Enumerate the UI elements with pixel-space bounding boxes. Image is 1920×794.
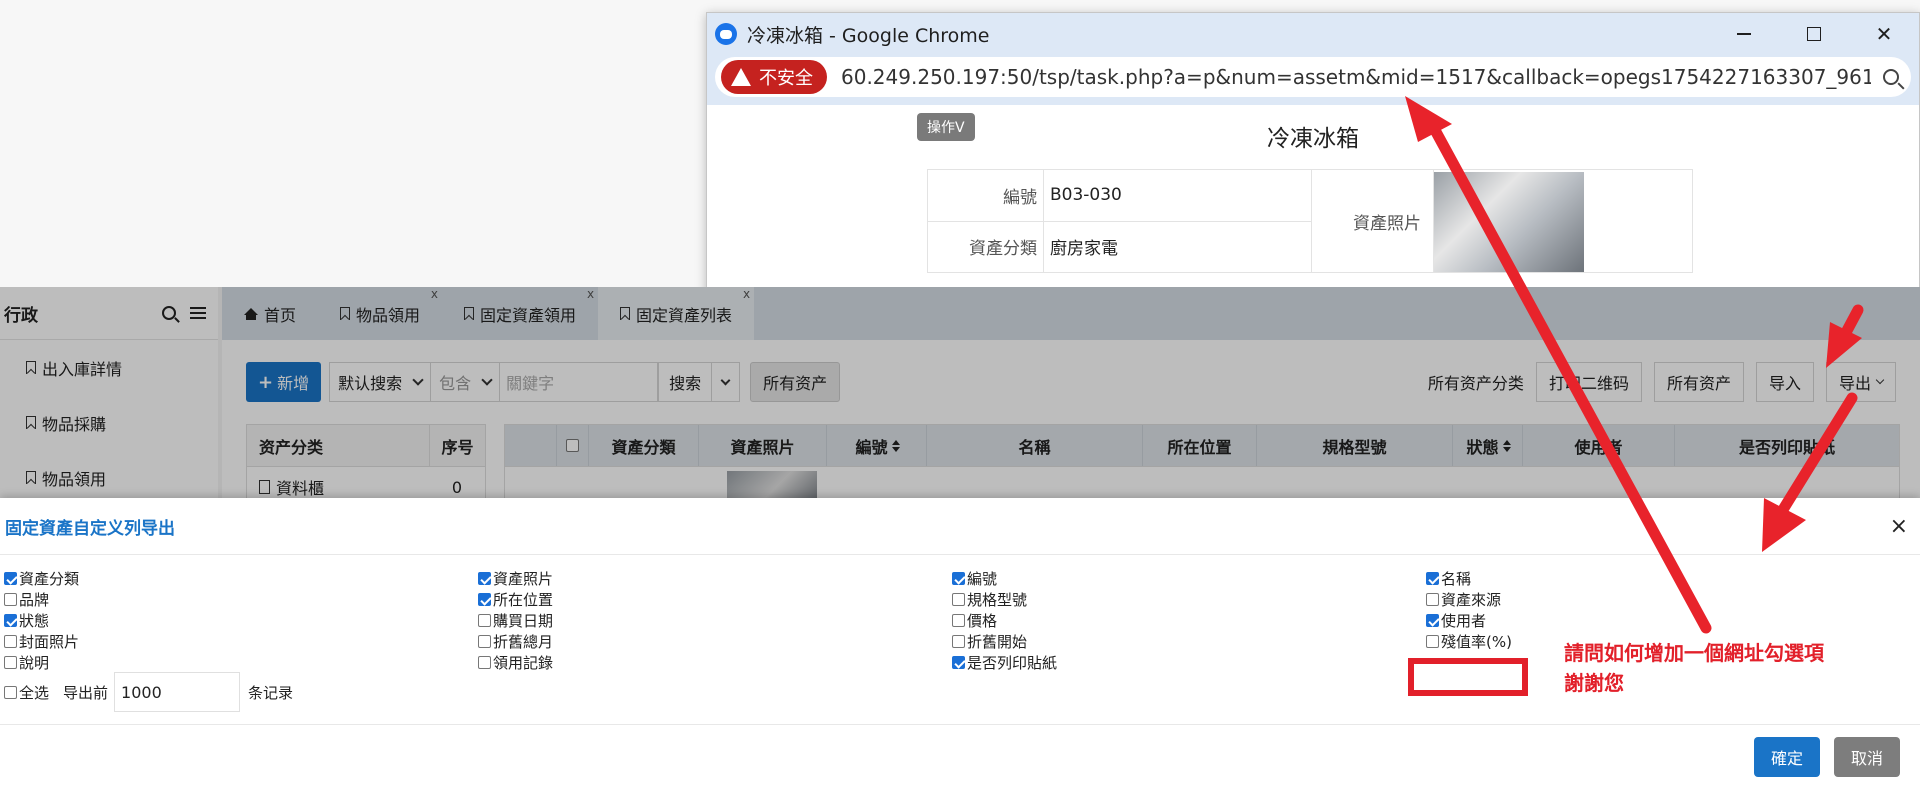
detail-label: 編號 <box>927 169 1044 222</box>
column-label: 折舊總月 <box>493 633 554 651</box>
column-checkbox[interactable]: 殘值率(%) <box>1426 631 1512 652</box>
column-label: 規格型號 <box>967 591 1028 609</box>
not-secure-badge[interactable]: 不安全 <box>721 60 827 94</box>
column-checkbox[interactable]: 領用記錄 <box>478 652 553 673</box>
column-label: 所在位置 <box>493 591 554 609</box>
asset-photo[interactable] <box>1434 172 1584 272</box>
checkbox[interactable] <box>4 614 17 627</box>
photo-label: 資產照片 <box>1311 169 1434 273</box>
column-label: 資產分類 <box>19 570 80 588</box>
column-checkbox[interactable]: 名稱 <box>1426 568 1471 589</box>
dialog-title: 固定資產自定义列导出 <box>5 518 175 539</box>
minimize-icon[interactable] <box>1709 13 1779 55</box>
address-bar: 不安全 60.249.250.197:50/tsp/task.php?a=p&n… <box>707 55 1919 105</box>
checkbox[interactable] <box>4 635 17 648</box>
checkbox[interactable] <box>4 593 17 606</box>
checkbox[interactable] <box>1426 614 1439 627</box>
chrome-popup-window: 冷凍冰箱 - Google Chrome ✕ 不安全 60.249.250.19… <box>706 12 1920 302</box>
chrome-titlebar[interactable]: 冷凍冰箱 - Google Chrome ✕ <box>707 13 1919 55</box>
dialog-footer: 確定 取消 <box>0 724 1920 794</box>
column-checkbox[interactable]: 編號 <box>952 568 997 589</box>
column-label: 名稱 <box>1441 570 1472 588</box>
column-label: 狀態 <box>19 612 50 630</box>
annotation-note: 請問如何增加一個網址勾選項 謝謝您 <box>1564 638 1824 698</box>
checkbox[interactable] <box>952 614 965 627</box>
detail-table: 編號 B03-030 資產照片 資產分類 廚房家電 <box>927 169 1693 273</box>
checkbox[interactable] <box>1426 593 1439 606</box>
export-prefix-label: 导出前 <box>63 683 109 702</box>
warning-icon <box>731 68 751 86</box>
column-label: 是否列印貼紙 <box>967 654 1058 672</box>
checkbox[interactable] <box>1426 572 1439 585</box>
checkbox[interactable] <box>952 572 965 585</box>
url-field[interactable]: 不安全 60.249.250.197:50/tsp/task.php?a=p&n… <box>715 57 1911 97</box>
confirm-button[interactable]: 確定 <box>1754 737 1820 777</box>
column-checkbox[interactable]: 是否列印貼紙 <box>952 652 1057 673</box>
checkbox[interactable] <box>952 635 965 648</box>
detail-value: 廚房家電 <box>1043 220 1312 273</box>
column-label: 資產來源 <box>1441 591 1502 609</box>
column-label: 領用記錄 <box>493 654 554 672</box>
column-checkbox[interactable]: 使用者 <box>1426 610 1486 631</box>
column-checkbox[interactable]: 資產照片 <box>478 568 553 589</box>
asset-detail-page: 操作V 冷凍冰箱 編號 B03-030 資產照片 資產分類 廚房家電 <box>707 105 1919 301</box>
detail-value: B03-030 <box>1043 169 1312 222</box>
select-all-checkbox[interactable]: 全选 <box>4 682 49 703</box>
column-checkbox[interactable]: 封面照片 <box>4 631 79 652</box>
column-checkbox[interactable]: 折舊總月 <box>478 631 553 652</box>
cancel-button[interactable]: 取消 <box>1834 737 1900 777</box>
maximize-icon[interactable] <box>1779 13 1849 55</box>
checkbox[interactable] <box>478 572 491 585</box>
select-all-label: 全选 <box>19 683 50 702</box>
checkbox[interactable] <box>4 656 17 669</box>
checkbox[interactable] <box>478 614 491 627</box>
column-label: 購買日期 <box>493 612 554 630</box>
column-checkbox[interactable]: 說明 <box>4 652 49 673</box>
column-checkbox[interactable]: 所在位置 <box>478 589 553 610</box>
export-options-row: 全选 导出前 1000 条记录 <box>4 672 293 712</box>
dialog-header: 固定資產自定义列导出 × <box>0 498 1920 555</box>
detail-title: 冷凍冰箱 <box>1267 126 1359 152</box>
column-label: 折舊開始 <box>967 633 1028 651</box>
column-label: 編號 <box>967 570 998 588</box>
column-checkbox[interactable]: 購買日期 <box>478 610 553 631</box>
zoom-icon[interactable] <box>1871 57 1911 97</box>
column-label: 殘值率(%) <box>1441 633 1512 651</box>
column-checkbox[interactable]: 狀態 <box>4 610 49 631</box>
checkbox[interactable] <box>1426 635 1439 648</box>
column-label: 價格 <box>967 612 998 630</box>
annotation-highlight-box <box>1408 658 1528 696</box>
checkbox[interactable] <box>952 593 965 606</box>
column-checkbox[interactable]: 規格型號 <box>952 589 1027 610</box>
photo-cell <box>1433 169 1693 273</box>
column-label: 說明 <box>19 654 50 672</box>
checkbox[interactable] <box>4 685 17 699</box>
export-suffix-label: 条记录 <box>248 683 294 702</box>
column-label: 封面照片 <box>19 633 80 651</box>
checkbox[interactable] <box>478 656 491 669</box>
checkbox[interactable] <box>4 572 17 585</box>
column-checkbox[interactable]: 資產來源 <box>1426 589 1501 610</box>
column-label: 使用者 <box>1441 612 1487 630</box>
column-checkbox[interactable]: 資產分類 <box>4 568 79 589</box>
detail-label: 資產分類 <box>927 220 1044 273</box>
column-label: 資產照片 <box>493 570 554 588</box>
column-checkbox[interactable]: 折舊開始 <box>952 631 1027 652</box>
column-checkbox[interactable]: 品牌 <box>4 589 49 610</box>
annotation-line-1: 請問如何增加一個網址勾選項 <box>1564 641 1824 665</box>
checkbox[interactable] <box>478 593 491 606</box>
column-checkbox[interactable]: 價格 <box>952 610 997 631</box>
checkbox[interactable] <box>952 656 965 669</box>
app-favicon-icon <box>715 23 737 45</box>
export-columns-dialog: 固定資產自定义列导出 × 資產分類 品牌 狀態 封面照片 說明 資產照片 所在位… <box>0 498 1920 794</box>
export-count-input[interactable]: 1000 <box>114 672 241 712</box>
column-label: 品牌 <box>19 591 50 609</box>
close-icon[interactable]: ✕ <box>1849 13 1919 55</box>
annotation-line-2: 謝謝您 <box>1564 671 1624 695</box>
not-secure-label: 不安全 <box>759 68 813 89</box>
close-icon[interactable]: × <box>1890 514 1908 539</box>
url-text[interactable]: 60.249.250.197:50/tsp/task.php?a=p&num=a… <box>841 65 1871 89</box>
checkbox[interactable] <box>478 635 491 648</box>
window-title: 冷凍冰箱 - Google Chrome <box>747 24 990 47</box>
